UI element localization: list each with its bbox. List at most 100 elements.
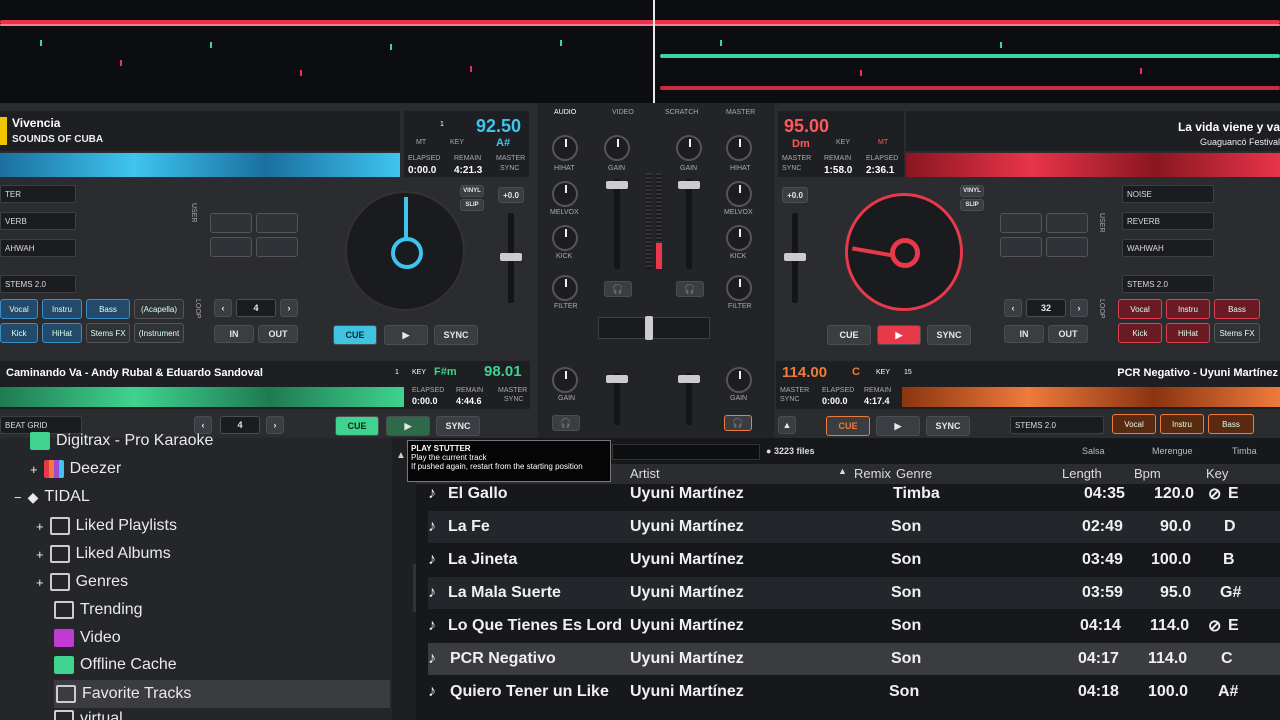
deck2-master-label[interactable]: MASTER (782, 155, 811, 162)
left-filter-knob[interactable] (552, 275, 578, 301)
table-row[interactable]: ♪ Lo Que Tienes Es Lord Uyuni Martínez S… (428, 610, 1280, 642)
table-row[interactable]: ♪ La Mala Suerte Uyuni Martínez Son 03:5… (428, 577, 1280, 609)
deck1-loop-out-button[interactable]: OUT (258, 325, 298, 343)
deck3-master-label[interactable]: MASTER (498, 387, 527, 394)
deck1-stem-pad-acapella[interactable]: (Acapella) (134, 299, 184, 319)
volume-fader-left[interactable] (606, 179, 628, 269)
table-row[interactable]: ♪ Quiero Tener un Like Uyuni Martínez So… (428, 676, 1280, 708)
deck2-sync-label[interactable]: SYNC (782, 165, 801, 172)
deck1-cue-button[interactable]: CUE (333, 325, 377, 345)
deck1-slip-button[interactable]: SLIP (460, 199, 484, 211)
deck4-stem-pad-vocal[interactable]: Vocal (1112, 414, 1156, 434)
sidebar-item-deezer[interactable]: + Deezer (30, 460, 121, 478)
sidebar-item-favorite-tracks[interactable]: Favorite Tracks (54, 680, 390, 708)
deck4-sync-button[interactable]: SYNC (926, 416, 970, 436)
deck1-fx1-select[interactable]: TER (0, 185, 76, 203)
sidebar-item-liked-albums[interactable]: + Liked Albums (36, 545, 171, 563)
deck2-stem-pad-bass[interactable]: Bass (1214, 299, 1260, 319)
deck2-pitch-fader[interactable] (784, 213, 806, 303)
deck1-loop-in-button[interactable]: IN (214, 325, 254, 343)
waveform-overview[interactable] (0, 0, 1280, 103)
deck2-stem-fx-pad[interactable]: Stems FX (1214, 323, 1260, 343)
deck1-jogwheel[interactable] (345, 191, 465, 311)
deck1-waveform[interactable] (0, 153, 400, 177)
right-kick-knob[interactable] (726, 225, 752, 251)
deck2-loop-size[interactable]: 32 (1026, 299, 1066, 317)
deck1-vinyl-button[interactable]: VINYL (460, 185, 484, 197)
table-row[interactable]: ♪ La Jineta Uyuni Martínez Son 03:49 100… (428, 544, 1280, 576)
gain-left-knob[interactable] (604, 135, 630, 161)
deck1-loop-size[interactable]: 4 (236, 299, 276, 317)
deck1-play-button[interactable]: ▶ (384, 325, 428, 345)
right-hihat-knob[interactable] (726, 135, 752, 161)
deck1-fx3-select[interactable]: AHWAH (0, 239, 76, 257)
gain-right-knob[interactable] (676, 135, 702, 161)
sidebar-item-liked-playlists[interactable]: + Liked Playlists (36, 517, 177, 535)
deck4-play-button[interactable]: ▶ (876, 416, 920, 436)
deck2-sync-button[interactable]: SYNC (927, 325, 971, 345)
deck2-mt-label[interactable]: MT (878, 139, 888, 146)
deck2-user-pad[interactable] (1046, 213, 1088, 233)
deck2-fx2-select[interactable]: REVERB (1122, 212, 1214, 230)
deck3-loop-size[interactable]: 4 (220, 416, 260, 434)
deck1-stem-pad-bass[interactable]: Bass (86, 299, 130, 319)
deck1-key[interactable]: A# (496, 137, 510, 149)
gain-deck3-knob[interactable] (552, 367, 578, 393)
deck1-user-pad[interactable] (256, 213, 298, 233)
left-hihat-knob[interactable] (552, 135, 578, 161)
deck1-user-pad[interactable] (210, 213, 252, 233)
filter-tag-timba[interactable]: Timba (1232, 446, 1257, 456)
deck2-stem-pad-instru[interactable]: Instru (1166, 299, 1210, 319)
mixer-tab-master[interactable]: MASTER (726, 109, 755, 116)
mixer-tab-audio[interactable]: AUDIO (554, 109, 576, 116)
deck2-stem-pad-vocal[interactable]: Vocal (1118, 299, 1162, 319)
table-row[interactable]: ♪ El Gallo Uyuni Martínez Timba 04:35 12… (428, 478, 1280, 510)
deck2-loop-prev-button[interactable]: ‹ (1004, 299, 1022, 317)
filter-tag-salsa[interactable]: Salsa (1082, 446, 1105, 456)
deck2-user-pad[interactable] (1000, 213, 1042, 233)
volume-fader-deck3[interactable] (606, 373, 628, 425)
deck2-loop-in-button[interactable]: IN (1004, 325, 1044, 343)
deck1-fx2-select[interactable]: VERB (0, 212, 76, 230)
headphone-right-button[interactable]: 🎧 (676, 281, 704, 297)
table-row[interactable]: ♪ La Fe Uyuni Martínez Son 02:49 90.0 D (428, 511, 1280, 543)
sidebar-item-tidal[interactable]: − ◆ TIDAL (14, 488, 90, 506)
deck3-cue-button[interactable]: CUE (335, 416, 379, 436)
deck3-key[interactable]: F#m (434, 366, 457, 378)
deck4-key[interactable]: C (852, 366, 860, 378)
deck2-fx1-select[interactable]: NOISE (1122, 185, 1214, 203)
deck1-stem-pad-kick[interactable]: Kick (0, 323, 38, 343)
left-kick-knob[interactable] (552, 225, 578, 251)
deck4-stem-pad-bass[interactable]: Bass (1208, 414, 1254, 434)
volume-fader-deck4[interactable] (678, 373, 700, 425)
deck1-pitch-fader[interactable] (500, 213, 522, 303)
deck4-cue-button[interactable]: CUE (826, 416, 870, 436)
deck1-stem-pad-instrument[interactable]: (Instrument (134, 323, 184, 343)
deck3-sync-button[interactable]: SYNC (436, 416, 480, 436)
deck3-play-button[interactable]: ▶ (386, 416, 430, 436)
left-melvox-knob[interactable] (552, 181, 578, 207)
deck2-key[interactable]: Dm (792, 138, 810, 150)
filter-tag-merengue[interactable]: Merengue (1152, 446, 1193, 456)
sidebar-item-video[interactable]: Video (54, 629, 121, 647)
gain-deck4-knob[interactable] (726, 367, 752, 393)
deck4-sync-label[interactable]: SYNC (780, 396, 799, 403)
deck2-cue-button[interactable]: CUE (827, 325, 871, 345)
deck1-loop-next-button[interactable]: › (280, 299, 298, 317)
deck2-vinyl-button[interactable]: VINYL (960, 185, 984, 197)
deck1-stem-pad-instru[interactable]: Instru (42, 299, 82, 319)
deck4-waveform[interactable] (902, 387, 1280, 407)
volume-fader-right[interactable] (678, 179, 700, 269)
deck4-eject-button[interactable]: ▲ (778, 416, 796, 434)
deck2-user-pad[interactable] (1046, 237, 1088, 257)
deck1-stems-select[interactable]: STEMS 2.0 (0, 275, 76, 293)
deck2-waveform[interactable] (906, 153, 1280, 177)
deck3-loop-next-button[interactable]: › (266, 416, 284, 434)
deck1-user-pad[interactable] (210, 237, 252, 257)
table-row-selected[interactable]: ♪ PCR Negativo Uyuni Martínez Son 04:17 … (428, 643, 1280, 675)
deck2-loop-next-button[interactable]: › (1070, 299, 1088, 317)
headphone-deck3-button[interactable]: 🎧 (552, 415, 580, 431)
deck2-stem-pad-hihat[interactable]: HiHat (1166, 323, 1210, 343)
deck3-sync-label[interactable]: SYNC (504, 396, 523, 403)
deck2-user-pad[interactable] (1000, 237, 1042, 257)
